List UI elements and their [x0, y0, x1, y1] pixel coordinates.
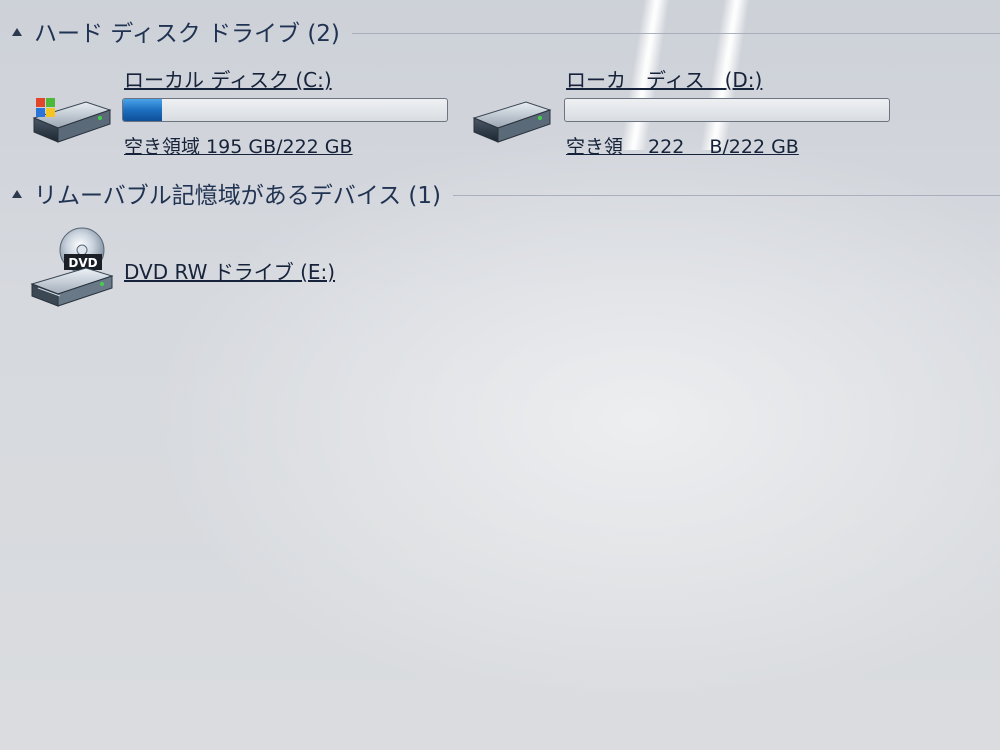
group-title: ハード ディスク ドライブ (2)	[34, 21, 340, 47]
group-divider	[452, 194, 1000, 196]
collapse-triangle-icon[interactable]	[12, 190, 22, 198]
group-header-removable[interactable]: リムーバブル記憶域があるデバイス (1)	[12, 176, 1000, 210]
drive-free-space-c[interactable]: 空き領域 195 GB/222 GB	[124, 132, 353, 159]
drive-name-e[interactable]: DVD RW ドライブ (E:)	[124, 256, 335, 285]
group-title: リムーバブル記憶域があるデバイス (1)	[34, 183, 441, 209]
drive-free-space-d[interactable]: 空き領 222 B/222 GB	[566, 132, 799, 159]
group-divider	[351, 32, 1000, 34]
drive-item-d[interactable]: ローカ ディス (D:) 空き領 222 B/222 GB	[470, 64, 900, 164]
dvd-drive-icon: DVD	[28, 226, 118, 314]
drive-name-c[interactable]: ローカル ディスク (C:)	[124, 64, 332, 93]
drive-item-c[interactable]: ローカル ディスク (C:) 空き領域 195 GB/222 GB	[28, 64, 458, 164]
windows-hard-drive-icon	[28, 94, 112, 154]
drive-usage-bar-d	[564, 98, 890, 122]
dvd-icon-label: DVD	[68, 256, 97, 270]
group-header-hard-disks[interactable]: ハード ディスク ドライブ (2)	[12, 14, 1000, 48]
hard-drive-icon	[470, 98, 554, 152]
drive-item-e[interactable]: DVD DVD RW ドライブ (E:)	[28, 226, 428, 316]
drive-usage-bar-c	[122, 98, 448, 122]
drive-usage-fill-c	[123, 99, 162, 121]
collapse-triangle-icon[interactable]	[12, 28, 22, 36]
drive-name-d[interactable]: ローカ ディス (D:)	[566, 64, 762, 93]
